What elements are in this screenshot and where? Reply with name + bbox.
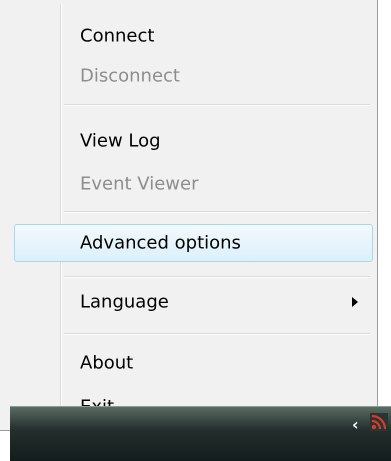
menu-item-disconnect: Disconnect — [0, 56, 378, 96]
menu-item-label: Language — [80, 291, 169, 313]
menu-item-view-log[interactable]: View Log — [0, 121, 378, 161]
taskbar: ‹ — [10, 406, 391, 461]
menu-item-language[interactable]: Language — [0, 282, 378, 322]
menu-item-label: Connect — [80, 25, 155, 47]
context-menu: Connect Disconnect View Log Event Viewer… — [0, 0, 378, 431]
menu-separator — [64, 211, 370, 212]
chevron-left-icon[interactable]: ‹ — [352, 415, 359, 434]
menu-separator — [64, 104, 370, 105]
menu-item-label: Advanced options — [80, 232, 241, 254]
menu-item-label: View Log — [80, 130, 161, 152]
submenu-arrow-icon — [352, 297, 358, 307]
menu-separator — [64, 333, 370, 334]
screen: Connect Disconnect View Log Event Viewer… — [0, 0, 391, 461]
menu-item-about[interactable]: About — [0, 343, 378, 383]
menu-item-event-viewer: Event Viewer — [0, 164, 378, 204]
menu-item-label: Event Viewer — [80, 173, 199, 195]
menu-item-label: About — [80, 352, 134, 374]
menu-item-connect[interactable]: Connect — [0, 16, 378, 56]
menu-item-label: Disconnect — [80, 65, 180, 87]
menu-item-advanced-options[interactable]: Advanced options — [0, 223, 378, 263]
network-signal-icon[interactable] — [370, 413, 388, 431]
menu-separator — [64, 276, 370, 277]
